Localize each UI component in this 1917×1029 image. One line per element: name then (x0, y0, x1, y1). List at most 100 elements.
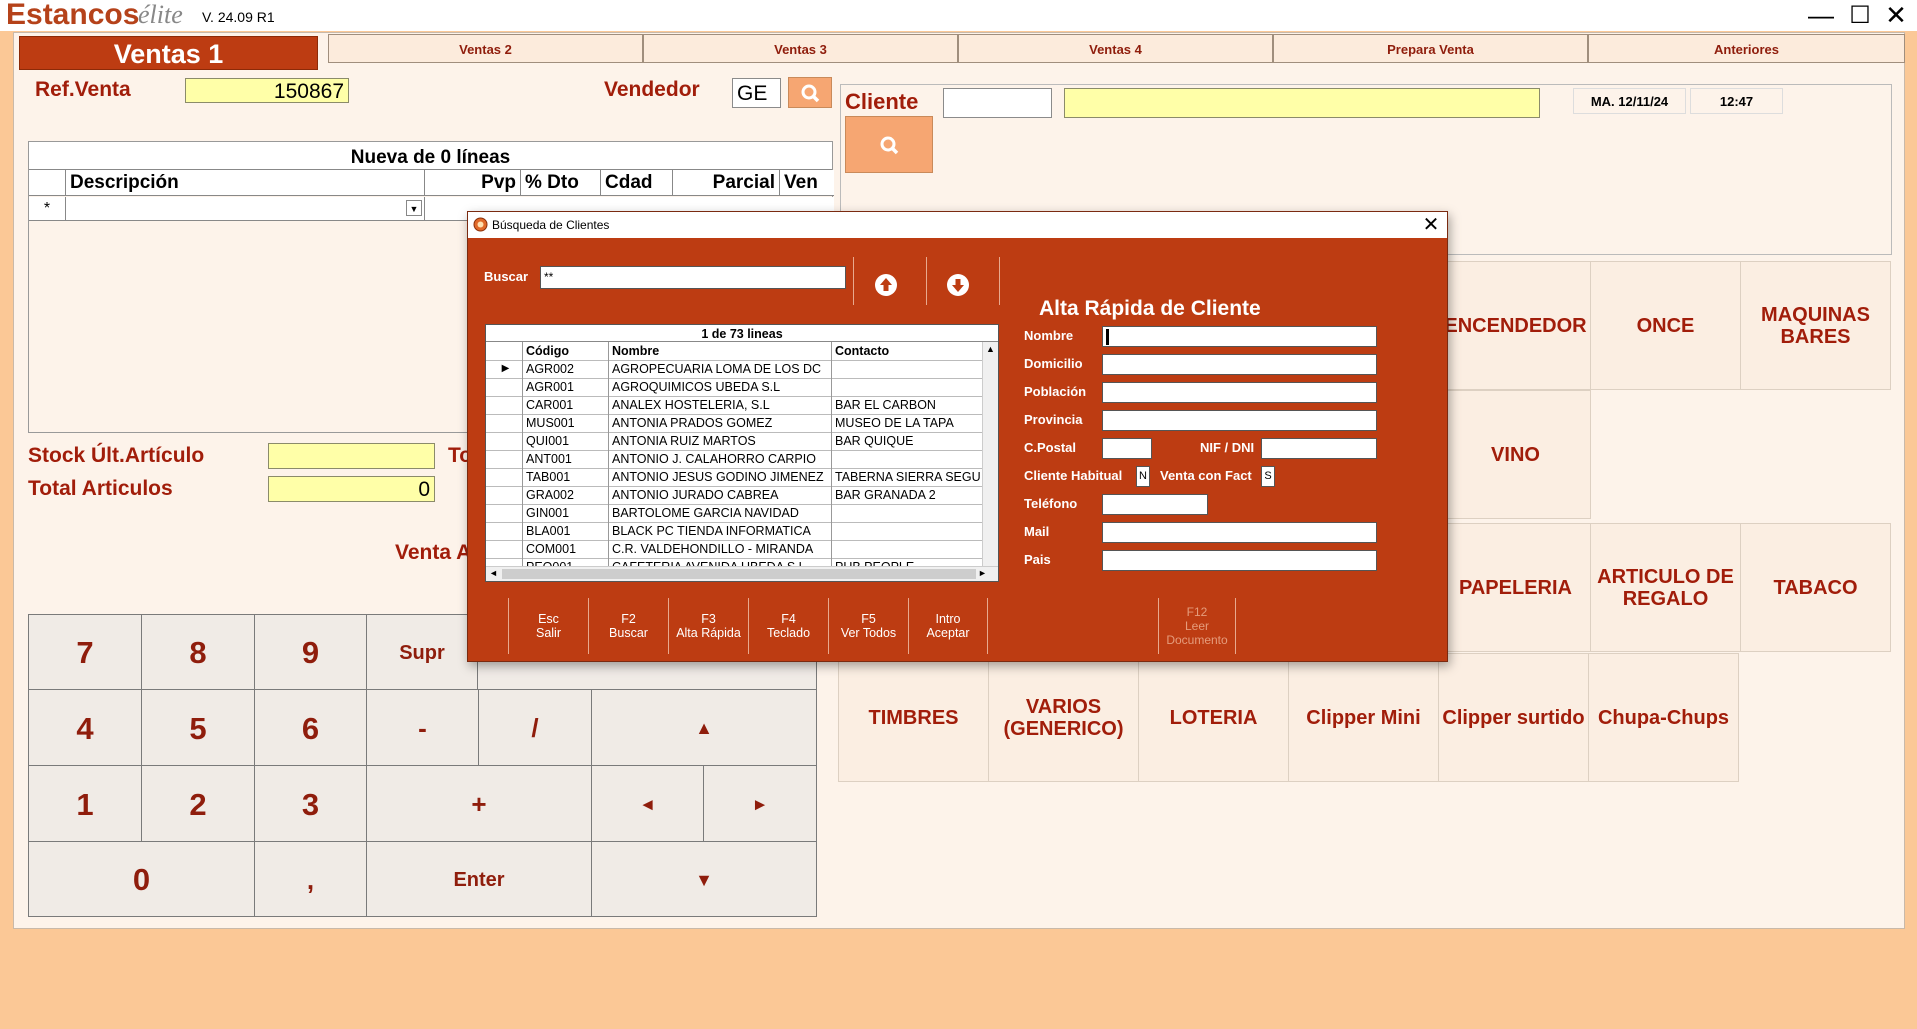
chevron-down-icon[interactable]: ▼ (406, 200, 422, 216)
cpostal-input[interactable] (1102, 438, 1152, 459)
cliente-label: Cliente (845, 89, 919, 114)
f12-leer-documento-button[interactable]: F12 Leer Documento (1158, 598, 1236, 654)
table-row[interactable]: BLA001 BLACK PC TIENDA INFORMATICA (486, 522, 982, 541)
venta-factura-input[interactable]: S (1261, 466, 1275, 487)
vendor-search-button[interactable] (788, 77, 832, 108)
tab-anteriores[interactable]: Anteriores (1588, 34, 1905, 63)
key-right-arrow[interactable]: ► (703, 765, 817, 842)
key-slash[interactable]: / (478, 689, 592, 766)
f2-buscar-button[interactable]: F2 Buscar (588, 598, 668, 654)
key-left-arrow[interactable]: ◄ (591, 765, 704, 842)
scroll-down-button[interactable] (945, 272, 971, 298)
tile-vino[interactable]: VINO (1440, 390, 1591, 519)
minimize-button[interactable]: — (1801, 0, 1841, 31)
cell-name: C.R. VALDEHONDILLO - MIRANDA (609, 540, 832, 558)
esc-salir-button[interactable]: Esc Salir (508, 598, 588, 654)
table-row[interactable]: COM001 C.R. VALDEHONDILLO - MIRANDA (486, 540, 982, 559)
f3-alta-rapida-button[interactable]: F3 Alta Rápida (668, 598, 748, 654)
table-row[interactable]: ANT001 ANTONIO J. CALAHORRO CARPIO (486, 450, 982, 469)
tab-ventas-4[interactable]: Ventas 4 (958, 34, 1273, 63)
key-plus[interactable]: + (366, 765, 592, 842)
f5-ver-todos-button[interactable]: F5 Ver Todos (828, 598, 908, 654)
key-0[interactable]: 0 (28, 841, 255, 917)
tab-ventas-2[interactable]: Ventas 2 (328, 34, 643, 63)
table-row[interactable]: TAB001 ANTONIO JESUS GODINO JIMENEZ TABERN… (486, 468, 982, 487)
table-row[interactable]: GRA002 ANTONIO JURADO CABREA BAR GRANADA 2 (486, 486, 982, 505)
scroll-up-button[interactable] (873, 272, 899, 298)
key-supr[interactable]: Supr (366, 614, 478, 690)
tile-maquinas-bares[interactable]: MAQUINAS BARES (1740, 261, 1891, 390)
tile-once[interactable]: ONCE (1590, 261, 1741, 390)
key-4[interactable]: 4 (28, 689, 142, 766)
search-input[interactable]: ** (540, 266, 846, 289)
tile-encendedor[interactable]: ENCENDEDOR (1440, 261, 1591, 390)
key-7[interactable]: 7 (28, 614, 142, 690)
description-combo[interactable]: ▼ (66, 197, 425, 221)
scroll-up-arrow-icon[interactable]: ▲ (986, 344, 995, 354)
table-row[interactable]: AGR001 AGROQUIMICOS UBEDA S.L (486, 378, 982, 397)
cell-name: AGROPECUARIA LOMA DE LOS DC (609, 360, 832, 378)
tile-clipper-mini[interactable]: Clipper Mini (1288, 653, 1439, 782)
key-minus[interactable]: - (366, 689, 479, 766)
client-name-field[interactable] (1064, 88, 1540, 118)
key-comma[interactable]: , (254, 841, 367, 917)
telefono-input[interactable] (1102, 494, 1208, 515)
key-enter[interactable]: Enter (366, 841, 592, 917)
vertical-scrollbar[interactable]: ▲ (982, 342, 998, 566)
f4-teclado-button[interactable]: F4 Teclado (748, 598, 828, 654)
cell-name: ANTONIA PRADOS GOMEZ (609, 414, 832, 432)
client-list[interactable]: 1 de 73 lineas Código Nombre Contacto ▶ A… (485, 324, 999, 582)
fkey-label: Ver Todos (840, 626, 897, 640)
dialog-close-button[interactable]: ✕ (1419, 212, 1443, 238)
table-row[interactable]: GIN001 BARTOLOME GARCIA NAVIDAD (486, 504, 982, 523)
key-5[interactable]: 5 (141, 689, 255, 766)
tile-clipper-surtido[interactable]: Clipper surtido (1438, 653, 1589, 782)
provincia-input[interactable] (1102, 410, 1377, 431)
ref-venta-field[interactable]: 150867 (185, 78, 349, 103)
key-9[interactable]: 9 (254, 614, 367, 690)
tile-papeleria[interactable]: PAPELERIA (1440, 523, 1591, 652)
table-row[interactable]: QUI001 ANTONIA RUIZ MARTOS BAR QUIQUE (486, 432, 982, 451)
tile-varios[interactable]: VARIOS (GENERICO) (988, 653, 1139, 782)
tab-prepara-venta[interactable]: Prepara Venta (1273, 34, 1588, 63)
row-selector (486, 432, 523, 450)
nif-input[interactable] (1261, 438, 1377, 459)
client-search-button[interactable] (845, 116, 933, 173)
key-2[interactable]: 2 (141, 765, 255, 842)
col-cdad: Cdad (601, 170, 673, 196)
tile-articulo-regalo[interactable]: ARTICULO DE REGALO (1590, 523, 1741, 652)
tile-timbres[interactable]: TIMBRES (838, 653, 989, 782)
horizontal-scrollbar[interactable]: ◄ ► (486, 566, 998, 581)
tile-chupa-chups[interactable]: Chupa-Chups (1588, 653, 1739, 782)
nombre-input[interactable] (1102, 326, 1377, 347)
key-down-arrow[interactable]: ▼ (591, 841, 817, 917)
col-contacto: Contacto (835, 344, 890, 358)
client-code-field[interactable] (943, 88, 1052, 118)
scroll-thumb[interactable] (502, 569, 976, 579)
mail-input[interactable] (1102, 522, 1377, 543)
vendedor-field[interactable]: GE (732, 78, 781, 108)
intro-aceptar-button[interactable]: Intro Aceptar (908, 598, 988, 654)
table-row[interactable]: MUS001 ANTONIA PRADOS GOMEZ MUSEO DE LA TA… (486, 414, 982, 433)
key-up-arrow[interactable]: ▲ (591, 689, 817, 766)
poblacion-input[interactable] (1102, 382, 1377, 403)
key-6[interactable]: 6 (254, 689, 367, 766)
scroll-left-arrow-icon[interactable]: ◄ (489, 568, 498, 578)
pais-input[interactable] (1102, 550, 1377, 571)
tile-tabaco[interactable]: TABACO (1740, 523, 1891, 652)
scroll-right-arrow-icon[interactable]: ► (978, 568, 987, 578)
table-row[interactable]: ▶ AGR002 AGROPECUARIA LOMA DE LOS DC (486, 360, 982, 379)
key-3[interactable]: 3 (254, 765, 367, 842)
table-row[interactable]: CAR001 ANALEX HOSTELERIA, S.L BAR EL CARBO… (486, 396, 982, 415)
close-button[interactable]: ✕ (1876, 0, 1916, 31)
tile-loteria[interactable]: LOTERIA (1138, 653, 1289, 782)
stock-label: Stock Últ.Artículo (28, 444, 205, 467)
text-cursor (1106, 329, 1109, 345)
tab-ventas-3[interactable]: Ventas 3 (643, 34, 958, 63)
domicilio-input[interactable] (1102, 354, 1377, 375)
maximize-button[interactable]: ☐ (1840, 0, 1880, 31)
tab-ventas-1[interactable]: Ventas 1 (19, 36, 318, 70)
cliente-habitual-input[interactable]: N (1136, 466, 1150, 487)
key-8[interactable]: 8 (141, 614, 255, 690)
key-1[interactable]: 1 (28, 765, 142, 842)
